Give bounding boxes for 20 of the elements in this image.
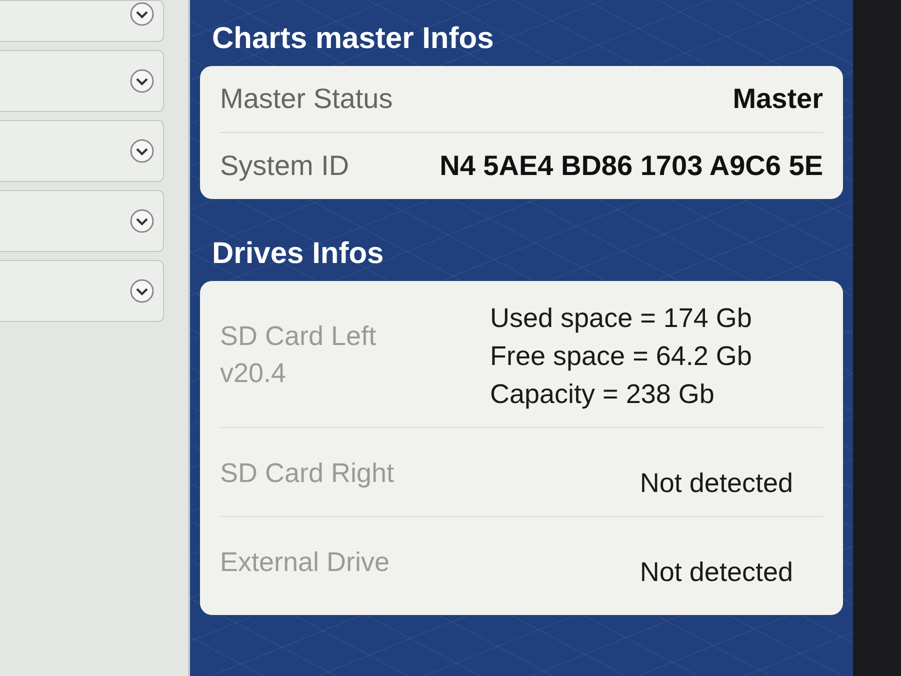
drive-detail: Capacity = 238 Gb	[490, 378, 716, 411]
field-value: Master	[732, 83, 823, 115]
drive-name: External Drive	[220, 547, 391, 578]
field-label: Master Status	[220, 83, 393, 115]
field-value: N4 5AE4 BD86 1703 A9C6 5E	[440, 150, 823, 182]
section-title: Drives Infos	[211, 237, 385, 271]
drive-detail: Free space = 64.2 Gb	[490, 340, 753, 373]
drive-version: v20.4	[220, 358, 288, 389]
field-label: System ID	[220, 150, 350, 182]
chevron-icon[interactable]	[129, 138, 155, 164]
drive-name: SD Card Right	[220, 458, 396, 489]
chevron-icon[interactable]	[129, 208, 155, 234]
drive-detail: Used space = 174 Gb	[490, 302, 753, 335]
chevron-icon[interactable]	[129, 68, 155, 94]
drive-name: SD Card Left	[220, 321, 378, 352]
chevron-icon[interactable]	[129, 278, 155, 304]
chevron-icon[interactable]	[129, 1, 155, 27]
drive-detail: Not detected	[640, 556, 793, 589]
drive-detail: Not detected	[640, 467, 793, 500]
section-title: Charts master Infos	[211, 22, 495, 56]
